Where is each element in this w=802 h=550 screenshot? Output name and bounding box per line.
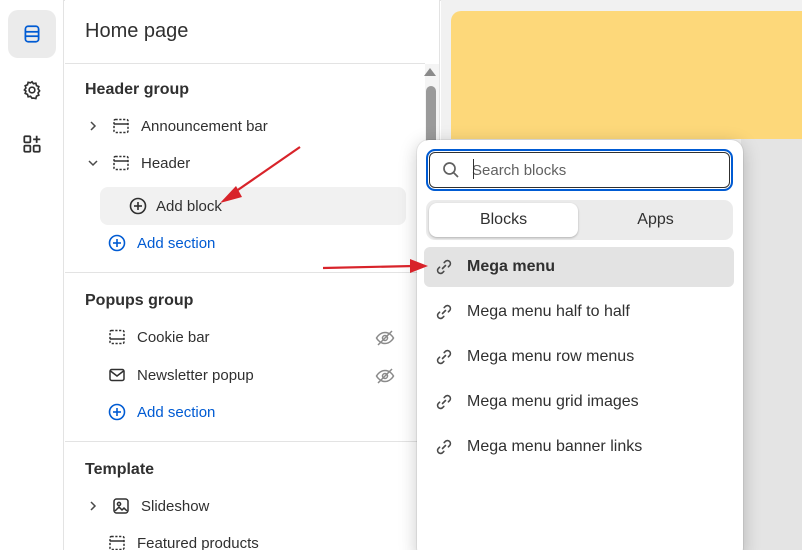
add-block-label: Add block (156, 197, 222, 215)
popups-group-title: Popups group (85, 292, 194, 309)
visibility-toggle-button[interactable] (375, 329, 397, 349)
plus-circle-icon (128, 196, 148, 216)
plus-circle-icon (107, 233, 127, 253)
section-label: Announcement bar (141, 117, 268, 135)
image-section-icon (111, 496, 131, 516)
plus-circle-icon (107, 402, 127, 422)
chevron-right-icon[interactable] (85, 498, 101, 514)
link-icon (436, 349, 452, 365)
editor-sidebar-rail (0, 0, 64, 550)
block-option-label: Mega menu banner links (467, 438, 643, 455)
search-icon (443, 162, 459, 178)
eye-off-icon (375, 368, 395, 384)
tab-apps[interactable]: Apps (581, 203, 730, 237)
block-option-mega-menu-row-menus[interactable]: Mega menu row menus (424, 337, 734, 377)
add-section-label: Add section (137, 234, 216, 252)
divider (65, 441, 425, 442)
chevron-down-icon[interactable] (85, 155, 101, 171)
section-icon (111, 116, 131, 136)
chevron-right-icon[interactable] (85, 118, 101, 134)
header-group-title: Header group (85, 81, 190, 98)
eye-off-icon (375, 330, 395, 346)
block-option-label: Mega menu row menus (467, 348, 635, 365)
block-option-mega-menu-half-to-half[interactable]: Mega menu half to half (424, 292, 734, 332)
divider (65, 272, 425, 273)
divider (65, 63, 425, 64)
block-option-label: Mega menu half to half (467, 303, 630, 320)
tab-blocks[interactable]: Blocks (429, 203, 578, 237)
section-icon (111, 153, 131, 173)
section-row-newsletter-popup[interactable]: Newsletter popup (85, 359, 254, 391)
block-picker-popover: Blocks Apps Mega menu Mega menu half to … (417, 140, 743, 550)
visibility-toggle-button[interactable] (375, 367, 397, 387)
sections-icon (24, 25, 40, 43)
section-label: Newsletter popup (137, 366, 254, 384)
link-icon (436, 259, 452, 275)
section-row-announcement-bar[interactable]: Announcement bar (85, 110, 268, 142)
block-option-label: Mega menu (467, 258, 556, 275)
block-option-label: Mega menu grid images (467, 393, 639, 410)
link-icon (436, 394, 452, 410)
preview-banner (451, 11, 802, 139)
sections-panel: Home page Header group Announcement bar … (65, 0, 440, 550)
section-icon (107, 533, 127, 550)
section-row-header[interactable]: Header (85, 147, 190, 179)
add-section-popups-group[interactable]: Add section (85, 396, 215, 428)
link-icon (436, 439, 452, 455)
block-option-mega-menu-banner-links[interactable]: Mega menu banner links (424, 427, 734, 467)
section-label: Featured products (137, 534, 259, 550)
sections-tab-button[interactable] (8, 10, 56, 58)
add-section-header-group[interactable]: Add section (85, 227, 215, 259)
section-row-cookie-bar[interactable]: Cookie bar (85, 321, 210, 353)
section-label: Header (141, 154, 191, 172)
search-input[interactable] (472, 161, 712, 179)
block-option-mega-menu-grid-images[interactable]: Mega menu grid images (424, 382, 734, 422)
apps-add-icon (23, 135, 41, 153)
text-caret (473, 159, 474, 179)
add-block-button[interactable]: Add block (100, 187, 406, 225)
preview-content (741, 139, 802, 550)
section-row-featured-products[interactable]: Featured products (85, 527, 259, 550)
link-icon (436, 304, 452, 320)
scroll-up-arrow-icon[interactable] (424, 68, 436, 76)
section-label: Cookie bar (137, 328, 210, 346)
page-title: Home page (85, 20, 189, 42)
block-option-mega-menu[interactable]: Mega menu (424, 247, 734, 287)
section-icon (107, 327, 127, 347)
section-row-slideshow[interactable]: Slideshow (85, 490, 209, 522)
app-embeds-button[interactable] (8, 120, 56, 168)
theme-settings-button[interactable] (8, 66, 56, 114)
section-label: Slideshow (141, 497, 210, 515)
add-section-label: Add section (137, 403, 216, 421)
block-type-tabs: Blocks Apps (426, 200, 733, 240)
template-title: Template (85, 461, 155, 478)
mail-icon (107, 365, 127, 385)
gear-icon (23, 80, 41, 100)
